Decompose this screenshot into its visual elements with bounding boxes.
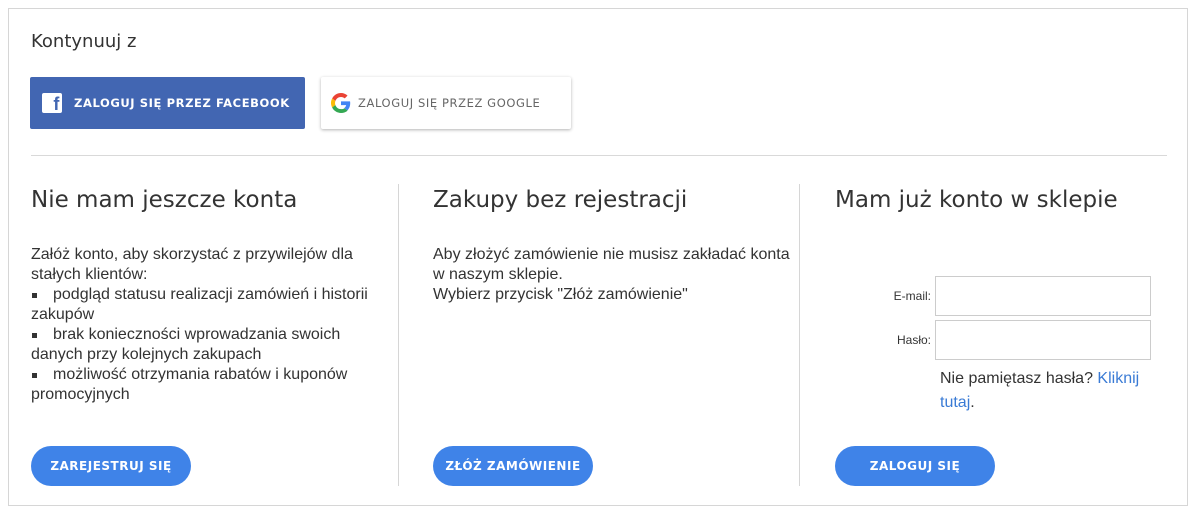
email-field[interactable] <box>935 276 1151 316</box>
google-login-label: ZALOGUJ SIĘ PRZEZ GOOGLE <box>358 96 541 110</box>
login-panel: Kontynuuj z f ZALOGUJ SIĘ PRZEZ FACEBOOK… <box>8 8 1188 506</box>
guest-description: Aby złożyć zamówienie nie musisz zakłada… <box>433 245 793 305</box>
register-description: Załóż konto, aby skorzystać z przywilejó… <box>31 245 391 405</box>
continue-with-title: Kontynuuj z <box>31 31 137 52</box>
password-row: Hasło: <box>835 320 1151 360</box>
login-title: Mam już konto w sklepie <box>835 187 1118 213</box>
register-button[interactable]: ZAREJESTRUJ SIĘ <box>31 446 191 486</box>
facebook-icon: f <box>42 93 62 113</box>
login-button[interactable]: ZALOGUJ SIĘ <box>835 446 995 486</box>
guest-title: Zakupy bez rejestracji <box>433 187 688 213</box>
benefits-list: podgląd statusu realizacji zamówień i hi… <box>31 285 391 405</box>
register-section: Nie mam jeszcze konta Załóż konto, aby s… <box>31 184 399 486</box>
forgot-password-text: Nie pamiętasz hasła? <box>940 370 1098 387</box>
guest-checkout-section: Zakupy bez rejestracji Aby złożyć zamówi… <box>398 184 799 486</box>
guest-line-2: Wybierz przycisk "Złóż zamówienie" <box>433 286 688 303</box>
register-title: Nie mam jeszcze konta <box>31 187 298 213</box>
benefit-item: możliwość otrzymania rabatów i kuponów p… <box>31 365 391 405</box>
place-order-button[interactable]: ZŁÓŻ ZAMÓWIENIE <box>433 446 593 486</box>
email-label: E-mail: <box>893 289 931 303</box>
password-field[interactable] <box>935 320 1151 360</box>
password-label: Hasło: <box>896 333 931 347</box>
facebook-login-label: ZALOGUJ SIĘ PRZEZ FACEBOOK <box>74 96 290 110</box>
email-row: E-mail: <box>835 276 1151 316</box>
register-intro: Załóż konto, aby skorzystać z przywilejó… <box>31 246 353 283</box>
forgot-password-end: . <box>970 394 975 411</box>
benefit-item: brak konieczności wprowadzania swoich da… <box>31 325 391 365</box>
guest-line-1: Aby złożyć zamówienie nie musisz zakłada… <box>433 246 790 283</box>
forgot-password: Nie pamiętasz hasła? Kliknij tutaj. <box>940 367 1165 415</box>
benefit-item: podgląd statusu realizacji zamówień i hi… <box>31 285 391 325</box>
google-icon <box>331 93 351 113</box>
divider <box>31 155 1167 156</box>
google-login-button[interactable]: ZALOGUJ SIĘ PRZEZ GOOGLE <box>321 77 571 129</box>
login-section: Mam już konto w sklepie E-mail: Hasło: N… <box>799 184 1169 486</box>
facebook-login-button[interactable]: f ZALOGUJ SIĘ PRZEZ FACEBOOK <box>30 77 305 129</box>
